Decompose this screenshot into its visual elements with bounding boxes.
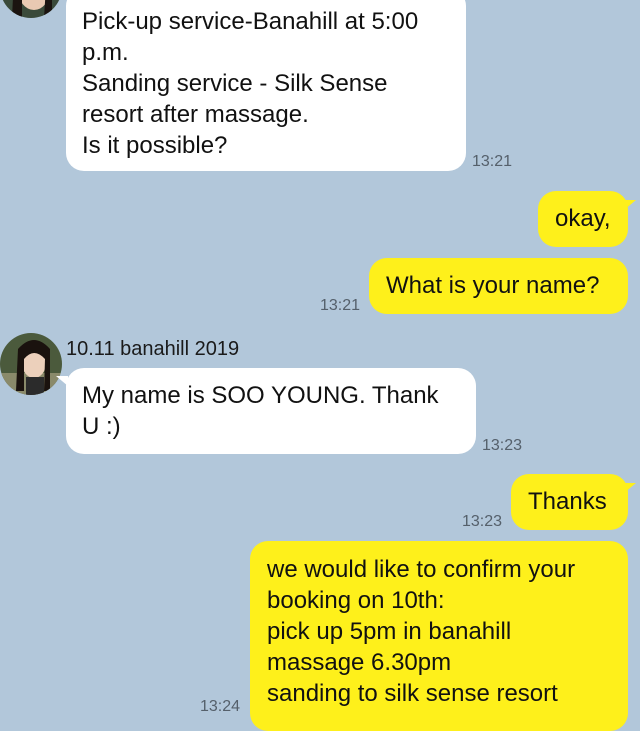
bubble-tail <box>624 200 636 210</box>
message-text-line: Pick-up service-Banahill at 5:00 <box>82 8 419 35</box>
message-text-line: p.m. <box>82 39 129 66</box>
message-text-line: booking on 10th: <box>267 587 445 614</box>
outgoing-message-bubble[interactable]: Thanks <box>511 474 628 530</box>
bubble-tail <box>624 483 636 493</box>
contact-avatar[interactable] <box>0 333 62 395</box>
outgoing-message-bubble[interactable]: okay, <box>538 191 628 247</box>
outgoing-message-bubble[interactable]: What is your name? <box>369 258 628 314</box>
message-timestamp: 13:24 <box>200 698 241 715</box>
outgoing-message-bubble[interactable]: we would like to confirm your booking on… <box>250 541 628 731</box>
message-timestamp: 13:21 <box>320 297 361 314</box>
contact-avatar-top[interactable] <box>0 0 62 18</box>
message-text-line: pick up 5pm in banahill <box>267 618 512 645</box>
message-text: Thanks <box>528 488 607 515</box>
bubble-tail <box>56 376 68 386</box>
message-timestamp: 13:23 <box>482 437 523 454</box>
message-text-line: Is it possible? <box>82 132 228 159</box>
message-text-line: we would like to confirm your <box>267 556 576 583</box>
incoming-message-bubble[interactable]: Pick-up service-Banahill at 5:00 p.m. Sa… <box>66 0 466 171</box>
incoming-message-bubble[interactable]: My name is SOO YOUNG. Thank U :) <box>66 368 476 454</box>
message-text: okay, <box>555 205 611 232</box>
message-timestamp: 13:23 <box>462 513 503 530</box>
message-text: What is your name? <box>386 272 600 299</box>
message-text-line: massage 6.30pm <box>267 649 452 676</box>
sender-name: 10.11 banahill 2019 <box>66 338 240 360</box>
message-text-line: resort after massage. <box>82 101 309 128</box>
message-text-line: U :) <box>82 413 121 440</box>
message-text-line: sanding to silk sense resort <box>267 680 558 707</box>
message-text-line: My name is SOO YOUNG. Thank <box>82 382 439 409</box>
message-timestamp: 13:21 <box>472 153 513 170</box>
message-text-line: Sanding service - Silk Sense <box>82 70 388 97</box>
